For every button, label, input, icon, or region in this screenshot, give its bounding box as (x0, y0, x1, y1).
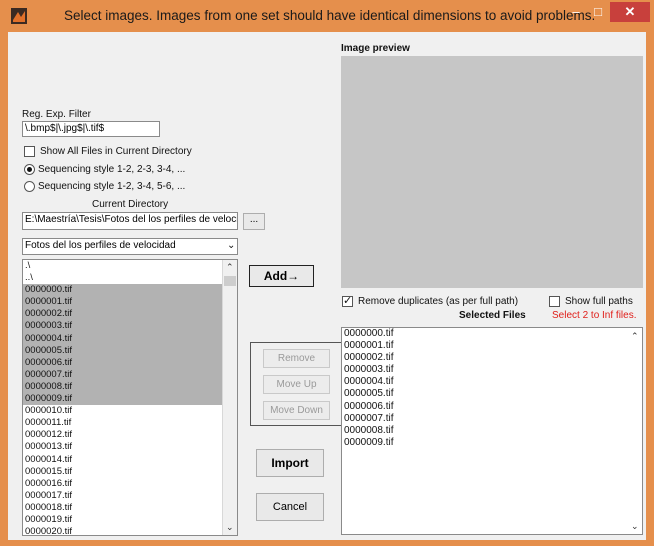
file-list-item[interactable]: 0000013.tif (23, 441, 237, 453)
filter-label: Reg. Exp. Filter (22, 109, 91, 120)
maximize-icon: □ (594, 4, 602, 19)
scroll-thumb[interactable] (224, 276, 236, 286)
show-all-files-label: Show All Files in Current Directory (40, 146, 192, 157)
minimize-button[interactable]: – (566, 2, 586, 22)
window-title: Select images. Images from one set shoul… (64, 8, 596, 23)
file-list-item[interactable]: ..\ (23, 272, 237, 284)
selected-files-listbox[interactable]: 0000000.tif 0000001.tif 0000002.tif 0000003… (341, 327, 643, 535)
sequencing-style-1-label: Sequencing style 1-2, 2-3, 3-4, ... (38, 164, 186, 175)
move-up-button[interactable]: Move Up (263, 375, 330, 394)
close-button[interactable]: ✕ (610, 2, 650, 22)
selected-files-header: Selected Files (459, 310, 526, 321)
selected-file-item[interactable]: 0000000.tif (342, 328, 642, 340)
window-border-bottom (0, 540, 654, 546)
file-list-item[interactable]: 0000011.tif (23, 417, 237, 429)
selected-file-item[interactable]: 0000003.tif (342, 364, 642, 376)
import-button[interactable]: Import (256, 449, 324, 477)
file-list-item[interactable]: 0000019.tif (23, 514, 237, 526)
close-icon: ✕ (624, 4, 636, 19)
add-button[interactable]: Add→ (249, 265, 314, 287)
scroll-up-icon[interactable]: ⌃ (631, 331, 639, 342)
selected-files-items: 0000000.tif 0000001.tif 0000002.tif 0000003… (342, 328, 642, 449)
selected-file-item[interactable]: 0000002.tif (342, 352, 642, 364)
file-list-item[interactable]: 0000003.tif (23, 320, 237, 333)
file-list-item[interactable]: 0000006.tif (23, 356, 237, 369)
window-titlebar: Select images. Images from one set shoul… (0, 0, 654, 32)
file-list-scrollbar[interactable]: ⌃ ⌄ (222, 260, 237, 535)
file-list-item[interactable]: 0000018.tif (23, 502, 237, 514)
selected-file-item[interactable]: 0000006.tif (342, 401, 642, 413)
remove-button[interactable]: Remove (263, 349, 330, 368)
matlab-app-icon (11, 8, 27, 24)
cancel-button[interactable]: Cancel (256, 493, 324, 521)
scroll-down-icon[interactable]: ⌄ (226, 522, 234, 533)
file-list-item[interactable]: 0000008.tif (23, 380, 237, 394)
show-full-paths-checkbox[interactable] (549, 296, 560, 307)
move-down-button[interactable]: Move Down (263, 401, 330, 420)
selected-files-scrollbar[interactable]: ⌃ ⌄ (628, 328, 642, 534)
selected-file-item[interactable]: 0000004.tif (342, 376, 642, 388)
remove-duplicates-label: Remove duplicates (as per full path) (358, 296, 519, 307)
file-list-item[interactable]: 0000000.tif (23, 284, 237, 297)
file-list-item[interactable]: 0000020.tif (23, 526, 237, 535)
file-list-item[interactable]: 0000007.tif (23, 368, 237, 381)
maximize-button[interactable]: □ (588, 2, 608, 22)
file-list-item[interactable]: 0000012.tif (23, 429, 237, 441)
chevron-down-icon: ⌄ (227, 240, 236, 251)
current-directory-label: Current Directory (92, 199, 169, 210)
file-list-item[interactable]: 0000009.tif (23, 393, 237, 406)
scroll-up-icon[interactable]: ⌃ (226, 262, 234, 273)
sequencing-style-2-label: Sequencing style 1-2, 3-4, 5-6, ... (38, 181, 186, 192)
image-preview-area (341, 56, 643, 288)
current-directory-input[interactable]: E:\Maestría\Tesis\Fotos del los perfiles… (22, 212, 238, 230)
file-list-item[interactable]: 0000002.tif (23, 308, 237, 321)
file-listbox[interactable]: .\ ..\ 0000000.tif 0000001.tif 0000002.tif 00… (22, 259, 238, 536)
file-list-item[interactable]: .\ (23, 260, 237, 272)
sequencing-style-2-radio[interactable] (24, 181, 35, 192)
image-preview-label: Image preview (341, 43, 410, 54)
file-list-item[interactable]: 0000015.tif (23, 466, 237, 478)
file-list-item[interactable]: 0000004.tif (23, 332, 237, 345)
sequencing-style-1-radio[interactable] (24, 164, 35, 175)
scroll-down-icon[interactable]: ⌄ (631, 521, 639, 532)
regex-filter-input[interactable]: \.bmp$|\.jpg$|\.tif$ (22, 121, 160, 137)
show-full-paths-label: Show full paths (565, 296, 633, 307)
selection-hint: Select 2 to Inf files. (552, 310, 637, 321)
selected-file-item[interactable]: 0000007.tif (342, 413, 642, 425)
selected-file-item[interactable]: 0000008.tif (342, 425, 642, 437)
minimize-icon: – (572, 4, 580, 19)
file-list-item[interactable]: 0000017.tif (23, 490, 237, 502)
file-list-item[interactable]: 0000010.tif (23, 405, 237, 417)
show-all-files-checkbox[interactable] (24, 146, 35, 157)
selected-file-item[interactable]: 0000001.tif (342, 340, 642, 352)
file-list-items: .\ ..\ 0000000.tif 0000001.tif 0000002.tif 00… (23, 260, 237, 535)
window-border-left (0, 32, 8, 546)
remove-duplicates-checkbox[interactable] (342, 294, 353, 307)
selected-file-item[interactable]: 0000005.tif (342, 388, 642, 400)
selected-file-item[interactable]: 0000009.tif (342, 437, 642, 449)
directory-dropdown-value: Fotos del los perfiles de velocidad (25, 240, 176, 251)
directory-dropdown[interactable]: Fotos del los perfiles de velocidad (22, 238, 238, 255)
file-list-item[interactable]: 0000016.tif (23, 478, 237, 490)
file-list-item[interactable]: 0000014.tif (23, 454, 237, 466)
file-list-item[interactable]: 0000001.tif (23, 296, 237, 309)
window-border-right (646, 32, 654, 546)
file-list-item[interactable]: 0000005.tif (23, 344, 237, 357)
browse-directory-button[interactable]: ... (243, 213, 265, 230)
